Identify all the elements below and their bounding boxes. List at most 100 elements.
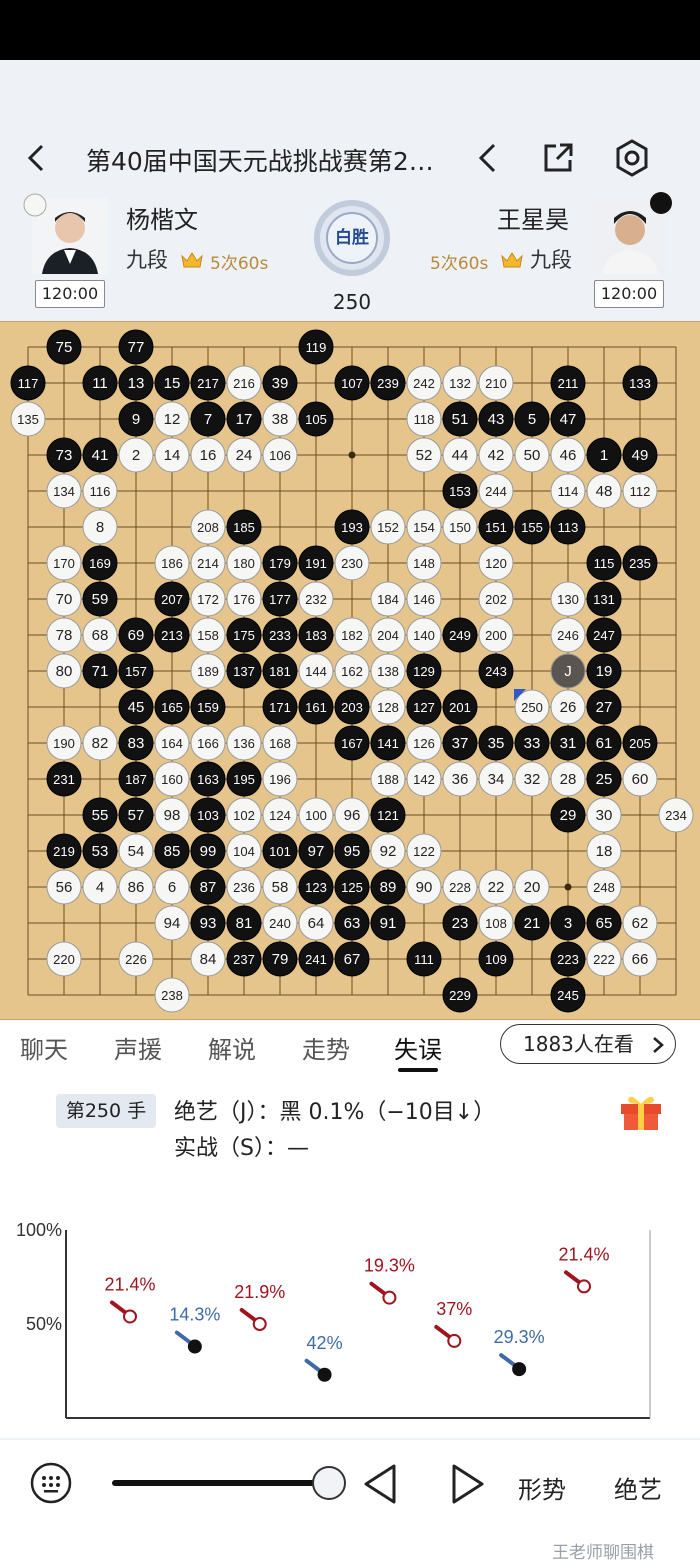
situation-button[interactable]: 形势 (518, 1470, 566, 1505)
stone: 32 (514, 761, 550, 797)
stone-number: 48 (596, 483, 613, 500)
ai-button[interactable]: 绝艺 (614, 1470, 662, 1505)
share-icon[interactable] (540, 140, 576, 176)
stone: 128 (370, 689, 406, 725)
stone: 85 (154, 833, 190, 869)
tab-support[interactable]: 声援 (114, 1030, 162, 1065)
stone-number: 188 (377, 772, 399, 787)
settings-icon[interactable] (612, 138, 652, 178)
stone-number: 98 (164, 807, 181, 824)
board-canvas[interactable]: 75 77 119117 11 13 15 217 216 39 107 239 242 132 210 2… (0, 322, 700, 1021)
stone: 20 (514, 869, 550, 905)
stone: 96 (334, 797, 370, 833)
stone: 201 (442, 689, 478, 725)
stone-number: 52 (416, 447, 433, 464)
stone-number: 132 (449, 376, 471, 391)
stone: 118 (406, 401, 442, 437)
stone-number: 95 (344, 843, 361, 860)
stone-number: 99 (200, 843, 217, 860)
stone-number: 196 (269, 772, 291, 787)
stone: 27 (586, 689, 622, 725)
stone: 90 (406, 869, 442, 905)
stone: 104 (226, 833, 262, 869)
stone-number: 32 (524, 771, 541, 788)
back-icon[interactable] (22, 140, 52, 176)
stone: 242 (406, 365, 442, 401)
stone: 26 (550, 689, 586, 725)
stone: 47 (550, 401, 586, 437)
tab-mistakes[interactable]: 失误 (394, 1030, 442, 1065)
stone: 53 (82, 833, 118, 869)
stone: 54 (118, 833, 154, 869)
stone-number: 231 (53, 772, 75, 787)
stone-number: 73 (56, 447, 73, 464)
stone-number: 205 (629, 736, 651, 751)
previous-move-icon[interactable] (360, 1462, 400, 1506)
tab-trend[interactable]: 走势 (302, 1030, 350, 1065)
stone-number: 49 (632, 447, 649, 464)
stone: 214 (190, 545, 226, 581)
stone-number: 165 (161, 700, 183, 715)
stone: 237 (226, 941, 262, 977)
stone: 184 (370, 581, 406, 617)
watchers-button[interactable]: 1883人在看 (500, 1024, 676, 1064)
stone-number: 114 (558, 484, 579, 499)
stone-number: 68 (92, 627, 109, 644)
stone-number: 102 (233, 808, 255, 823)
stone-number: 44 (452, 447, 469, 464)
stone: 107 (334, 365, 370, 401)
stone: 166 (190, 725, 226, 761)
stone-number: 216 (233, 376, 255, 391)
stone: 68 (82, 617, 118, 653)
stone: 45 (118, 689, 154, 725)
stone-number: 84 (200, 951, 217, 968)
go-board[interactable]: 75 77 119 117 11 13 15 217 216 39 107 239 242 132 210 2… (0, 321, 700, 1020)
stone: 160 (154, 761, 190, 797)
stone-number: 159 (197, 700, 219, 715)
stone: 89 (370, 869, 406, 905)
stone: 94 (154, 905, 190, 941)
stone: 140 (406, 617, 442, 653)
move-slider-track[interactable] (112, 1480, 332, 1486)
stone: 222 (586, 941, 622, 977)
stone: 24 (226, 437, 262, 473)
chevron-left-icon[interactable] (472, 140, 502, 176)
keypad-icon[interactable] (30, 1462, 72, 1504)
stone-number: 21 (524, 915, 541, 932)
stone: 172 (190, 581, 226, 617)
stone: 30 (586, 797, 622, 833)
stone-number: 129 (413, 664, 435, 679)
stone-number: 219 (53, 844, 75, 859)
stone-number: 69 (128, 627, 145, 644)
stone-number: 35 (488, 735, 505, 752)
stone: 86 (118, 869, 154, 905)
next-move-icon[interactable] (448, 1462, 488, 1506)
stone-number: 222 (593, 952, 615, 967)
stone-number: 135 (17, 412, 39, 427)
stone-number: 161 (305, 700, 327, 715)
stone: 236 (226, 869, 262, 905)
stone: 137 (226, 653, 262, 689)
stone-number: 29 (560, 807, 577, 824)
stone: 124 (262, 797, 298, 833)
stone-number: 50 (524, 447, 541, 464)
stone-number: 134 (53, 484, 75, 499)
gift-icon[interactable] (618, 1090, 664, 1132)
move-slider-handle[interactable] (312, 1466, 346, 1500)
stone-number: 33 (524, 735, 541, 752)
left-clock: 120:00 (35, 280, 105, 308)
right-player-name: 王星昊 (497, 206, 569, 234)
tab-commentary[interactable]: 解说 (208, 1030, 256, 1065)
stone: 61 (586, 725, 622, 761)
stone-number: 182 (341, 628, 363, 643)
chart-point: 42% (304, 1333, 343, 1382)
stone-number: 67 (344, 951, 361, 968)
stone-number: 34 (488, 771, 505, 788)
stone-number: 111 (414, 952, 434, 967)
tab-chat[interactable]: 聊天 (20, 1030, 68, 1065)
stone: 25 (586, 761, 622, 797)
stone-number: 230 (341, 556, 363, 571)
stone: 2 (118, 437, 154, 473)
stone: 43 (478, 401, 514, 437)
stone-number: 232 (305, 592, 327, 607)
